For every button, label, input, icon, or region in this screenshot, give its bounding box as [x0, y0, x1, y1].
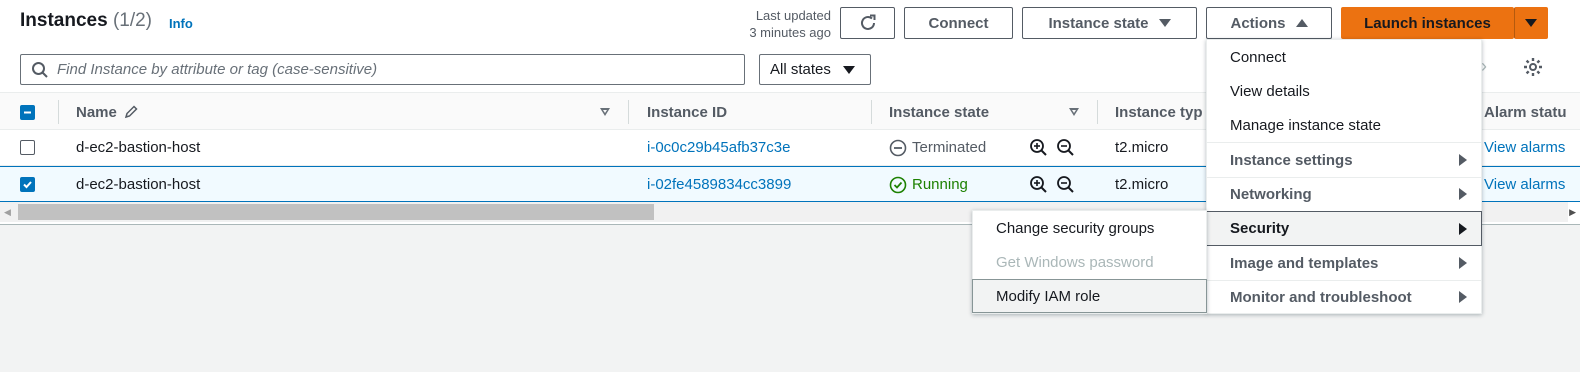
menu-item-networking[interactable]: Networking: [1207, 177, 1481, 211]
instance-state-cell: Running: [889, 167, 968, 202]
select-all-checkbox[interactable]: [20, 93, 35, 131]
search-input[interactable]: [57, 61, 717, 78]
row-checkbox[interactable]: [20, 130, 35, 165]
zoom-in-icon[interactable]: [1029, 175, 1048, 194]
column-header-instance-state[interactable]: Instance state: [889, 93, 989, 131]
submenu-arrow-icon: [1459, 257, 1467, 269]
page-title: Instances (1/2): [20, 10, 152, 32]
caret-down-icon: [842, 65, 855, 74]
caret-down-icon: [1158, 19, 1171, 27]
row-checkbox[interactable]: [20, 167, 35, 202]
menu-item-label: Image and templates: [1230, 254, 1379, 272]
menu-item-connect[interactable]: Connect: [1207, 40, 1481, 74]
refresh-button[interactable]: [840, 7, 895, 39]
view-alarms-link[interactable]: View alarms: [1484, 167, 1565, 202]
instance-state-text: Running: [912, 176, 968, 193]
actions-menu: Connect View details Manage instance sta…: [1206, 39, 1482, 314]
scroll-right-icon[interactable]: ▶: [1569, 207, 1576, 218]
menu-item-label: Security: [1230, 220, 1290, 237]
edit-icon: [124, 105, 138, 119]
submenu-arrow-icon: [1459, 154, 1467, 166]
column-header-instance-type[interactable]: Instance typ: [1115, 93, 1203, 131]
menu-item-view-details[interactable]: View details: [1207, 74, 1481, 108]
stopped-status-icon: [889, 139, 907, 156]
page-title-text: Instances: [20, 10, 108, 31]
column-header-instance-id[interactable]: Instance ID: [647, 93, 727, 131]
launch-dropdown-button[interactable]: [1514, 7, 1548, 39]
gear-icon[interactable]: [1521, 55, 1545, 79]
zoom-out-icon[interactable]: [1056, 175, 1075, 194]
submenu-item-change-security-groups[interactable]: Change security groups: [973, 211, 1206, 245]
actions-label: Actions: [1230, 14, 1286, 32]
refresh-icon: [860, 14, 875, 30]
instance-id-link[interactable]: i-0c0c29b45afb37c3e: [647, 130, 790, 165]
column-header-name[interactable]: Name: [76, 93, 139, 131]
state-filter-value: All states: [770, 61, 831, 78]
last-updated: Last updated 3 minutes ago: [720, 7, 831, 41]
submenu-item-get-windows-password: Get Windows password: [996, 253, 1154, 271]
launch-instances-button[interactable]: Launch instances: [1341, 7, 1514, 39]
scrollbar-thumb[interactable]: [18, 204, 654, 220]
instance-state-label: Instance state: [1048, 14, 1149, 32]
caret-down-icon: [1525, 19, 1537, 27]
last-updated-time: 3 minutes ago: [749, 25, 831, 40]
column-divider: [58, 100, 59, 124]
instance-type: t2.micro: [1115, 139, 1169, 156]
check-circle-icon: [889, 176, 907, 193]
submenu-arrow-icon: [1459, 188, 1467, 200]
security-submenu: Change security groups Get Windows passw…: [972, 210, 1207, 314]
submenu-arrow-icon: [1459, 291, 1467, 303]
menu-item-instance-settings[interactable]: Instance settings: [1207, 143, 1481, 177]
menu-item-security[interactable]: Security: [1206, 211, 1482, 246]
menu-item-manage-instance-state[interactable]: Manage instance state: [1207, 108, 1481, 142]
search-icon: [32, 61, 48, 78]
state-filter-select[interactable]: All states: [759, 54, 871, 85]
zoom-out-icon[interactable]: [1056, 138, 1075, 157]
zoom-in-icon[interactable]: [1029, 138, 1048, 157]
sort-icon[interactable]: [600, 108, 610, 116]
instance-id-link[interactable]: i-02fe4589834cc3899: [647, 167, 791, 202]
search-box[interactable]: [20, 54, 745, 85]
info-link[interactable]: Info: [169, 16, 193, 31]
column-header-alarm-status[interactable]: Alarm statu: [1484, 93, 1567, 131]
instance-state-text: Terminated: [912, 139, 987, 156]
instance-type: t2.micro: [1115, 176, 1169, 193]
actions-button[interactable]: Actions: [1206, 7, 1332, 39]
column-divider: [628, 100, 629, 124]
instance-state-cell: Terminated: [889, 130, 986, 165]
column-divider: [871, 100, 872, 124]
column-divider: [1097, 100, 1098, 124]
column-header-name-label: Name: [76, 103, 117, 121]
menu-item-label: Instance settings: [1230, 151, 1353, 169]
instance-name: d-ec2-bastion-host: [76, 176, 201, 193]
menu-item-monitor-and-troubleshoot[interactable]: Monitor and troubleshoot: [1207, 280, 1481, 314]
submenu-item-modify-iam-role[interactable]: Modify IAM role: [972, 279, 1207, 313]
menu-item-label: Networking: [1230, 185, 1312, 203]
sort-icon[interactable]: [1069, 108, 1079, 116]
instance-state-button[interactable]: Instance state: [1022, 7, 1197, 39]
view-alarms-link[interactable]: View alarms: [1484, 130, 1565, 165]
last-updated-label: Last updated: [755, 8, 831, 23]
menu-item-image-and-templates[interactable]: Image and templates: [1207, 246, 1481, 280]
scroll-left-icon[interactable]: ◀: [4, 207, 11, 218]
submenu-arrow-icon: [1459, 223, 1467, 235]
caret-up-icon: [1295, 19, 1308, 27]
menu-item-label: Monitor and troubleshoot: [1230, 288, 1412, 306]
selection-count: (1/2): [112, 10, 153, 31]
connect-button[interactable]: Connect: [904, 7, 1013, 39]
instance-name: d-ec2-bastion-host: [76, 139, 201, 156]
